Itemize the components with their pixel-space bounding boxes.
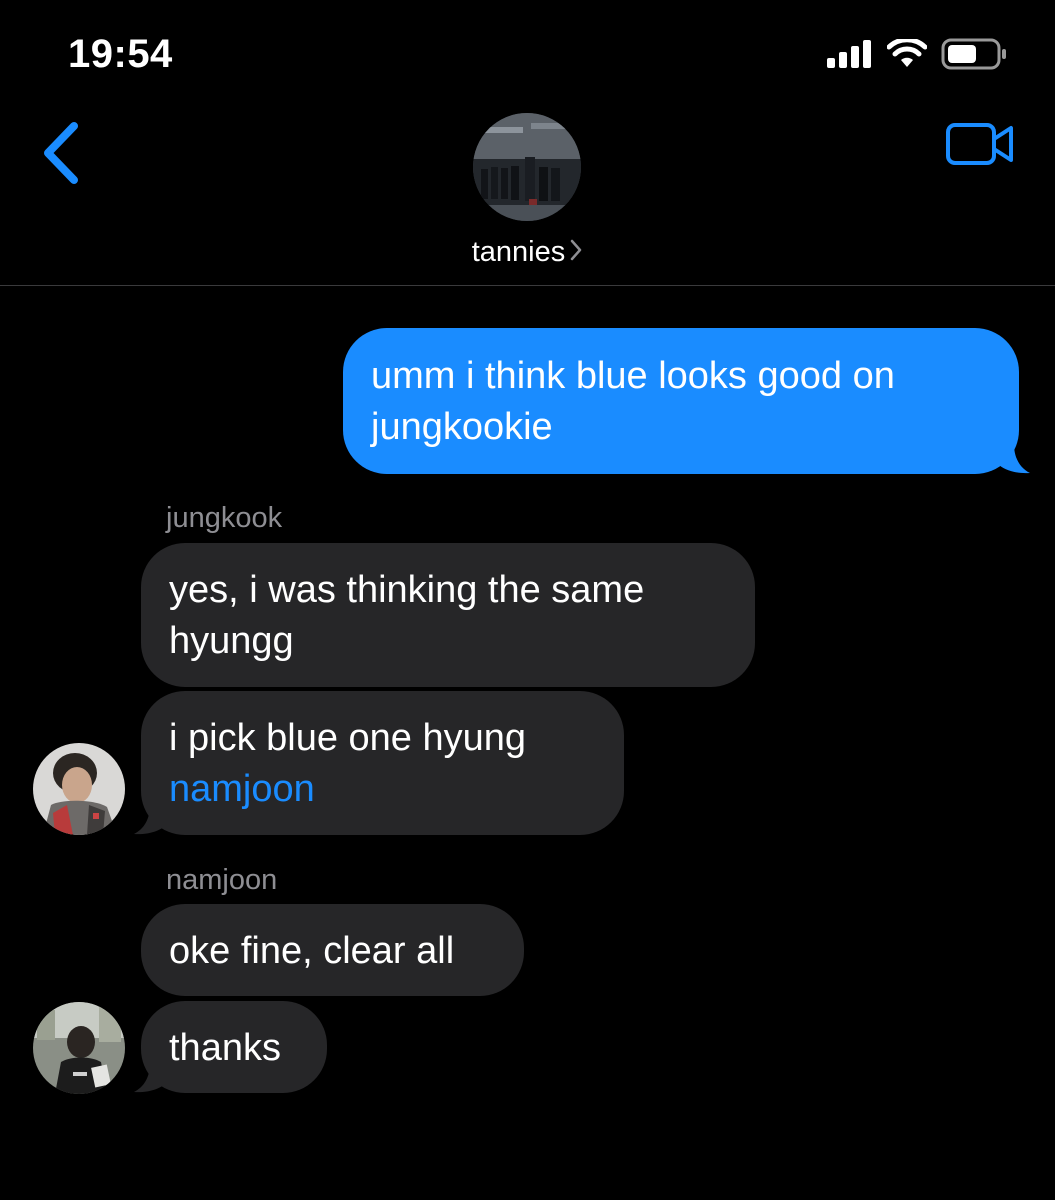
avatar[interactable] <box>33 743 125 835</box>
video-camera-icon <box>946 123 1013 165</box>
message-line: umm i think blue looks good on <box>371 355 895 397</box>
message-line: thanks <box>169 1027 281 1069</box>
back-button[interactable] <box>38 120 88 186</box>
chevron-left-icon <box>44 122 78 184</box>
signal-icon <box>827 40 871 68</box>
bubble-tail <box>998 444 1030 474</box>
battery-icon <box>941 38 1006 70</box>
video-call-button[interactable] <box>945 122 1015 166</box>
status-icons <box>827 38 1007 70</box>
avatar-photo <box>33 1002 125 1094</box>
message-bubble-outgoing[interactable]: umm i think blue looks good on jungkooki… <box>343 328 1019 474</box>
bubble-tail <box>134 805 166 835</box>
avatar-photo <box>33 743 125 835</box>
message-line: hyungg <box>169 620 294 662</box>
wifi-icon <box>887 39 927 67</box>
group-name-button[interactable]: tannies <box>0 236 1055 270</box>
message-line: yes, i was thinking the same <box>169 569 645 611</box>
header-divider <box>0 285 1055 286</box>
sender-name: jungkook <box>166 502 283 534</box>
chevron-right-icon <box>569 237 583 270</box>
message-line: oke fine, clear all <box>169 930 455 972</box>
message-line: i pick blue one hyung <box>169 717 527 759</box>
sender-name: namjoon <box>166 864 278 896</box>
bubble-tail <box>134 1063 166 1093</box>
group-name: tannies <box>471 236 566 268</box>
message-line: jungkookie <box>371 406 553 448</box>
mention-link[interactable]: namjoon <box>169 764 594 815</box>
message-bubble-incoming[interactable]: thanks <box>141 1001 327 1093</box>
avatar[interactable] <box>33 1002 125 1094</box>
group-avatar[interactable] <box>473 113 581 221</box>
group-photo <box>473 113 581 221</box>
status-time: 19:54 <box>68 32 173 76</box>
message-bubble-incoming[interactable]: i pick blue one hyung namjoon <box>141 691 624 835</box>
message-bubble-incoming[interactable]: oke fine, clear all <box>141 904 524 996</box>
message-bubble-incoming[interactable]: yes, i was thinking the same hyungg <box>141 543 755 687</box>
